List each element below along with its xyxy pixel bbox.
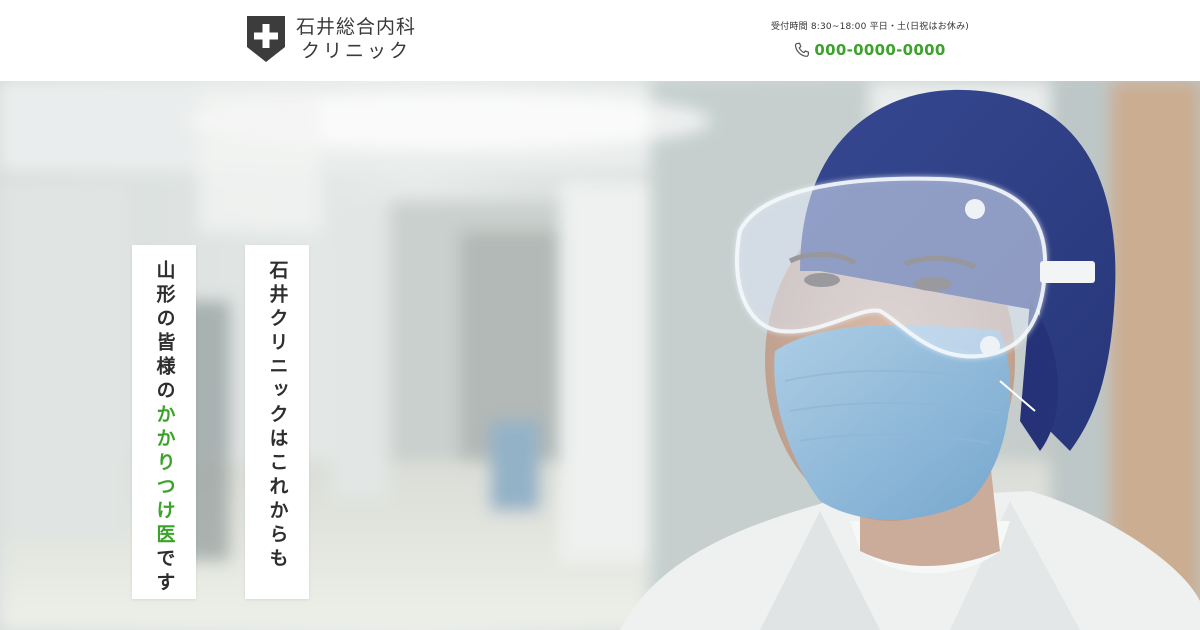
tagline-right: 石井クリニックはこれからも: [266, 260, 289, 572]
reception-hours: 受付時間 8:30~18:00 平日・土(日祝はお休み): [770, 22, 970, 32]
phone-link[interactable]: 000-0000-0000: [760, 41, 980, 59]
clinic-name-line1: 石井総合内科: [296, 16, 417, 38]
contact-info: 受付時間 8:30~18:00 平日・土(日祝はお休み) 000-0000-00…: [760, 19, 980, 59]
tagline-left-before: 山形の皆様の: [153, 260, 176, 404]
hero-section: 山形の皆様のかかりつけ医です 石井クリニックはこれからも: [0, 81, 1200, 630]
tagline-left-accent: かかりつけ医: [153, 404, 176, 548]
tagline-box-right: 石井クリニックはこれからも: [245, 245, 309, 599]
phone-number: 000-0000-0000: [814, 41, 946, 59]
clinic-logo-link[interactable]: 石井総合内科 クリニック: [246, 15, 416, 63]
clinic-name: 石井総合内科 クリニック: [296, 15, 416, 63]
tagline-box-left: 山形の皆様のかかりつけ医です: [132, 245, 196, 599]
site-header: 石井総合内科 クリニック 受付時間 8:30~18:00 平日・土(日祝はお休み…: [0, 0, 1200, 81]
clinic-name-line2: クリニック: [301, 40, 412, 62]
shield-cross-logo-icon: [247, 16, 285, 62]
tagline-left: 山形の皆様のかかりつけ医です: [153, 260, 176, 596]
phone-icon: [795, 42, 810, 57]
tagline-left-after: です: [153, 548, 176, 596]
